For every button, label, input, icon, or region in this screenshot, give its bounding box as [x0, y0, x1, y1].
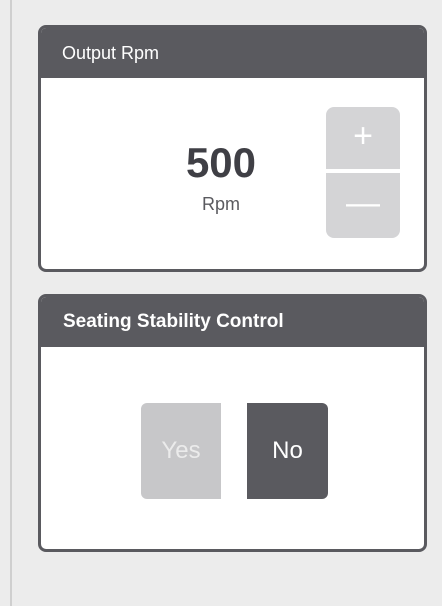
decrement-button[interactable]: — [326, 173, 400, 238]
seating-stability-title: Seating Stability Control [41, 297, 424, 347]
yes-button[interactable]: Yes [141, 403, 221, 499]
output-rpm-title: Output Rpm [41, 28, 424, 78]
increment-button[interactable]: + [326, 107, 400, 169]
output-rpm-panel: Output Rpm 500 Rpm + — [38, 25, 427, 272]
no-button[interactable]: No [247, 403, 328, 499]
seating-stability-panel: Seating Stability Control Yes No [38, 294, 427, 552]
left-divider [10, 0, 12, 606]
